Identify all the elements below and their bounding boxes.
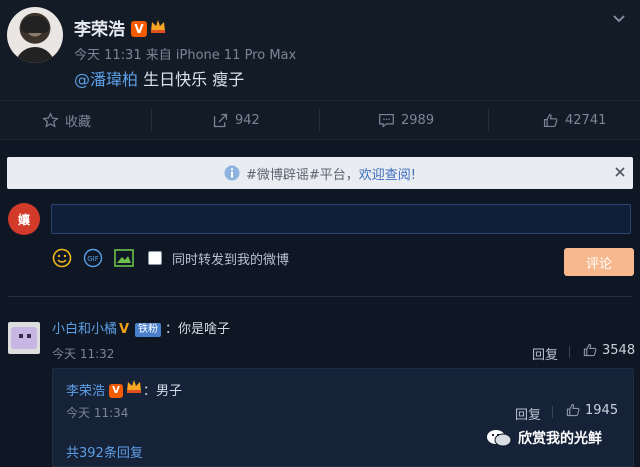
reply-time: 今天 11:34 [66, 406, 129, 420]
comment-icon [379, 113, 394, 128]
post-author[interactable]: 李荣浩 V [74, 15, 167, 40]
watermark-text: 欣赏我的光鲜 [518, 431, 602, 447]
user-avatar[interactable] [7, 7, 63, 63]
comment-count: 2989 [401, 112, 435, 128]
notice-link[interactable]: 欢迎查阅! [359, 168, 416, 183]
collect-label: 收藏 [65, 114, 92, 130]
star-icon [42, 111, 59, 128]
commenter-name[interactable]: 小白和小橘 [52, 322, 117, 337]
repost-button[interactable]: 942 [212, 101, 260, 139]
post-action-bar: 收藏 942 2989 42741 [0, 100, 640, 140]
composer-toolbar: GIF 同时转发到我的微博 [52, 247, 289, 269]
gif-icon[interactable]: GIF [82, 248, 104, 268]
repost-count: 942 [235, 112, 260, 128]
comment-like-button[interactable]: 3548 [582, 342, 635, 358]
reply-item: 李荣浩 V ：男子 [66, 378, 182, 399]
comment-text: 你是啥子 [178, 322, 231, 337]
thumbs-up-icon [583, 343, 597, 357]
reply-text: 男子 [156, 384, 183, 399]
post-source: 来自 iPhone 11 Pro Max [145, 48, 297, 63]
reply-reply-button[interactable]: 回复 [515, 404, 541, 423]
comment-time: 今天 11:32 [52, 347, 115, 361]
like-count: 42741 [565, 112, 607, 128]
close-icon[interactable] [614, 166, 626, 178]
comment-reply-button[interactable]: 回复 [532, 344, 558, 363]
image-icon[interactable] [114, 249, 134, 267]
rumor-notice: #微博辟谣#平台，欢迎查阅! [7, 157, 633, 189]
commenter-avatar[interactable] [8, 322, 40, 354]
post-meta: 今天 11:31 来自 iPhone 11 Pro Max [74, 44, 296, 63]
comment-item: 小白和小橘 V 铁粉 ：你是啥子 [52, 318, 230, 337]
my-avatar-text: 孃 [17, 212, 30, 227]
watermark: 欣赏我的光鲜 [486, 428, 602, 448]
more-replies-link[interactable]: 共392条回复 [66, 442, 143, 461]
gif-label: GIF [87, 255, 99, 263]
emoji-icon[interactable] [52, 248, 72, 268]
comment-button[interactable]: 2989 [378, 101, 434, 139]
comment-colon: ： [165, 322, 179, 337]
post-author-name[interactable]: 李荣浩 [74, 20, 125, 40]
wechat-icon [487, 430, 512, 447]
like-button[interactable]: 42741 [542, 101, 606, 139]
thumbs-up-icon [543, 113, 558, 127]
crown-icon [127, 380, 142, 393]
post-body-text: 生日快乐 瘦子 [138, 70, 245, 89]
comment-input[interactable] [51, 204, 631, 234]
verified-badge-icon: V [109, 384, 124, 398]
mention-link[interactable]: @潘瑋柏 [74, 70, 138, 89]
post-time[interactable]: 今天 11:31 [74, 48, 142, 63]
verified-badge-icon: V [131, 21, 147, 37]
info-icon [224, 165, 240, 181]
crown-icon [151, 20, 165, 33]
divider [8, 296, 632, 297]
reply-author-name[interactable]: 李荣浩 [66, 384, 105, 399]
sync-checkbox[interactable] [148, 251, 162, 265]
fan-badge: 铁粉 [135, 323, 162, 337]
thumbs-up-icon [566, 403, 580, 417]
chevron-down-icon[interactable] [612, 12, 626, 26]
reply-like-button[interactable]: 1945 [565, 402, 618, 418]
verified-badge-icon: V [119, 322, 130, 337]
submit-comment-button[interactable]: 评论 [564, 248, 634, 276]
post-text: @潘瑋柏 生日快乐 瘦子 [74, 66, 244, 90]
comment-like-count: 3548 [602, 342, 636, 358]
reply-like-count: 1945 [585, 402, 619, 418]
share-icon [213, 113, 228, 127]
collect-button[interactable]: 收藏 [42, 101, 91, 139]
my-avatar[interactable]: 孃 [8, 203, 40, 235]
notice-text: #微博辟谣#平台， [245, 167, 359, 183]
reply-colon: ： [143, 384, 157, 399]
sync-label: 同时转发到我的微博 [172, 252, 290, 268]
